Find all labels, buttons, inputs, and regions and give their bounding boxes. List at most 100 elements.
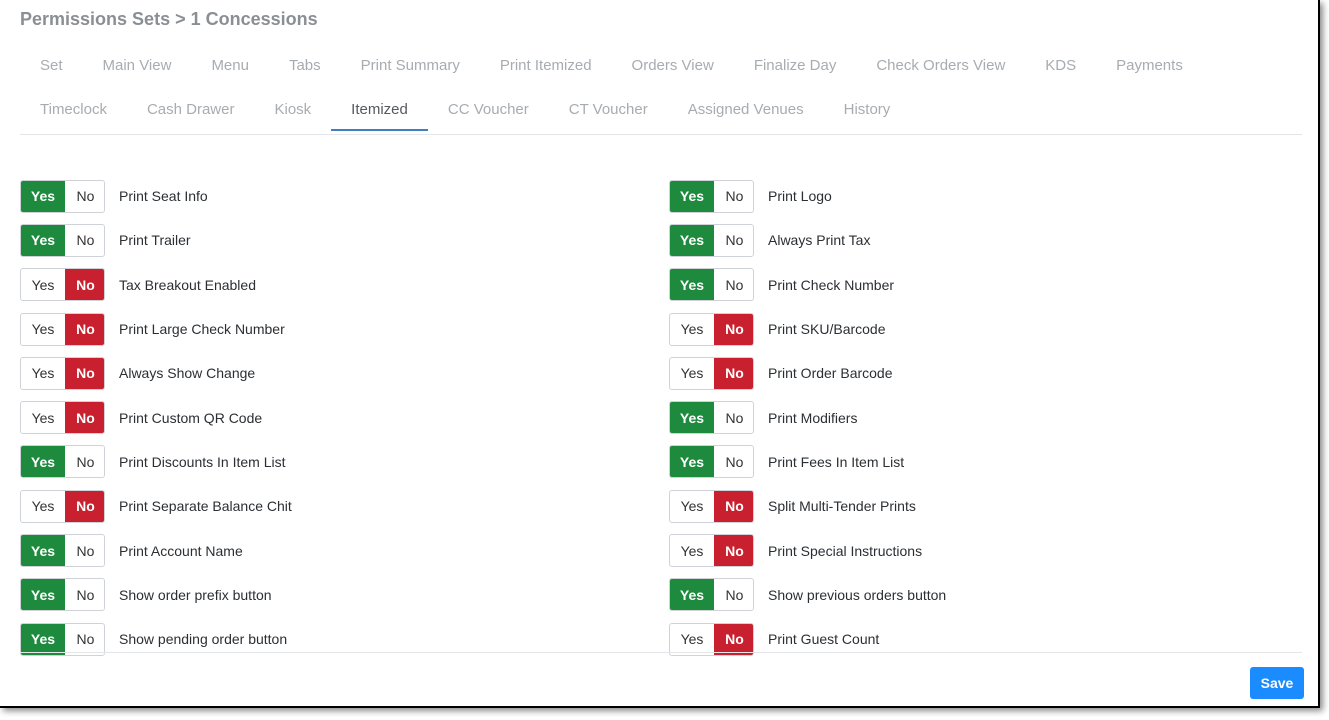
no-option[interactable]: No — [65, 535, 104, 566]
yes-option[interactable]: Yes — [670, 269, 714, 301]
no-option[interactable]: No — [65, 225, 104, 256]
no-option[interactable]: No — [714, 623, 753, 655]
no-option[interactable]: No — [714, 269, 753, 300]
no-option[interactable]: No — [65, 269, 104, 301]
yes-no-toggle[interactable]: Yes No — [669, 223, 754, 257]
yes-no-toggle[interactable]: Yes No — [669, 489, 754, 523]
tab-payments[interactable]: Payments — [1096, 52, 1203, 87]
yes-option[interactable]: Yes — [21, 224, 65, 256]
yes-option[interactable]: Yes — [670, 491, 714, 522]
setting-label: Print Separate Balance Chit — [119, 498, 292, 515]
setting-row-print-modifiers: Yes No Print Modifiers — [669, 395, 946, 439]
yes-option[interactable]: Yes — [670, 446, 714, 478]
no-option[interactable]: No — [714, 181, 753, 212]
yes-option[interactable]: Yes — [670, 579, 714, 611]
tab-menu[interactable]: Menu — [191, 52, 269, 87]
yes-no-toggle[interactable]: Yes No — [669, 445, 754, 479]
tab-print-summary[interactable]: Print Summary — [341, 52, 480, 87]
yes-no-toggle[interactable]: Yes No — [20, 401, 105, 435]
no-option[interactable]: No — [714, 446, 753, 477]
yes-option[interactable]: Yes — [21, 358, 65, 389]
no-option[interactable]: No — [714, 535, 753, 567]
yes-option[interactable]: Yes — [21, 579, 65, 611]
yes-no-toggle[interactable]: Yes No — [669, 401, 754, 435]
yes-option[interactable]: Yes — [670, 358, 714, 389]
no-option[interactable]: No — [65, 624, 104, 655]
setting-label: Print Large Check Number — [119, 321, 285, 338]
yes-no-toggle[interactable]: Yes No — [20, 445, 105, 479]
tab-orders-view[interactable]: Orders View — [612, 52, 734, 87]
setting-row-show-order-prefix-button: Yes No Show order prefix button — [20, 573, 292, 617]
no-option[interactable]: No — [714, 579, 753, 610]
no-option[interactable]: No — [714, 490, 753, 522]
yes-option[interactable]: Yes — [21, 180, 65, 212]
yes-no-toggle[interactable]: Yes No — [669, 534, 754, 568]
no-option[interactable]: No — [65, 313, 104, 345]
tab-kds[interactable]: KDS — [1025, 52, 1096, 87]
yes-option[interactable]: Yes — [21, 491, 65, 522]
yes-no-toggle[interactable]: Yes No — [20, 489, 105, 523]
no-option[interactable]: No — [714, 313, 753, 345]
yes-option[interactable]: Yes — [21, 535, 65, 567]
setting-label: Print Check Number — [768, 276, 895, 293]
yes-no-toggle[interactable]: Yes No — [20, 223, 105, 257]
tab-itemized[interactable]: Itemized — [331, 96, 428, 131]
yes-no-toggle[interactable]: Yes No — [669, 179, 754, 213]
no-option[interactable]: No — [65, 446, 104, 477]
yes-option[interactable]: Yes — [670, 180, 714, 212]
setting-label: Print Discounts In Item List — [119, 453, 286, 470]
setting-label: Print Custom QR Code — [119, 409, 263, 426]
settings-column-left: Yes No Print Seat Info Yes No Print Trailer Ye… — [20, 174, 292, 661]
no-option[interactable]: No — [65, 402, 104, 434]
setting-label: Show order prefix button — [119, 586, 272, 603]
no-option[interactable]: No — [65, 181, 104, 212]
yes-no-toggle[interactable]: Yes No — [20, 578, 105, 612]
save-button[interactable]: Save — [1250, 667, 1304, 699]
tab-ct-voucher[interactable]: CT Voucher — [549, 96, 668, 131]
tab-set[interactable]: Set — [20, 52, 83, 87]
setting-label: Print Modifiers — [768, 409, 858, 426]
tab-main-view[interactable]: Main View — [83, 52, 192, 87]
tab-assigned-venues[interactable]: Assigned Venues — [668, 96, 824, 131]
tab-check-orders-view[interactable]: Check Orders View — [856, 52, 1025, 87]
page-title: Permissions Sets > 1 Concessions — [20, 9, 318, 29]
no-option[interactable]: No — [714, 357, 753, 389]
yes-no-toggle[interactable]: Yes No — [669, 622, 754, 656]
yes-no-toggle[interactable]: Yes No — [669, 312, 754, 346]
setting-row-always-show-change: Yes No Always Show Change — [20, 351, 292, 395]
setting-label: Print Seat Info — [119, 188, 208, 205]
yes-option[interactable]: Yes — [21, 314, 65, 345]
tab-history[interactable]: History — [824, 96, 911, 131]
no-option[interactable]: No — [65, 357, 104, 389]
tab-cash-drawer[interactable]: Cash Drawer — [127, 96, 255, 131]
tab-print-itemized[interactable]: Print Itemized — [480, 52, 612, 87]
tab-cc-voucher[interactable]: CC Voucher — [428, 96, 549, 131]
no-option[interactable]: No — [714, 225, 753, 256]
yes-option[interactable]: Yes — [21, 269, 65, 300]
tab-kiosk[interactable]: Kiosk — [254, 96, 331, 131]
yes-option[interactable]: Yes — [670, 535, 714, 566]
setting-label: Print Logo — [768, 188, 832, 205]
yes-option[interactable]: Yes — [670, 314, 714, 345]
yes-no-toggle[interactable]: Yes No — [20, 356, 105, 390]
tab-timeclock[interactable]: Timeclock — [20, 96, 127, 131]
yes-option[interactable]: Yes — [670, 402, 714, 434]
yes-no-toggle[interactable]: Yes No — [20, 268, 105, 302]
no-option[interactable]: No — [65, 490, 104, 522]
yes-no-toggle[interactable]: Yes No — [20, 179, 105, 213]
yes-option[interactable]: Yes — [21, 402, 65, 433]
yes-no-toggle[interactable]: Yes No — [20, 534, 105, 568]
yes-option[interactable]: Yes — [670, 624, 714, 655]
yes-no-toggle[interactable]: Yes No — [669, 578, 754, 612]
tab-finalize-day[interactable]: Finalize Day — [734, 52, 857, 87]
yes-no-toggle[interactable]: Yes No — [20, 312, 105, 346]
yes-no-toggle[interactable]: Yes No — [20, 622, 105, 656]
tab-tabs[interactable]: Tabs — [269, 52, 341, 87]
yes-option[interactable]: Yes — [670, 224, 714, 256]
yes-option[interactable]: Yes — [21, 446, 65, 478]
yes-no-toggle[interactable]: Yes No — [669, 356, 754, 390]
no-option[interactable]: No — [65, 579, 104, 610]
no-option[interactable]: No — [714, 402, 753, 433]
yes-no-toggle[interactable]: Yes No — [669, 268, 754, 302]
yes-option[interactable]: Yes — [21, 623, 65, 655]
